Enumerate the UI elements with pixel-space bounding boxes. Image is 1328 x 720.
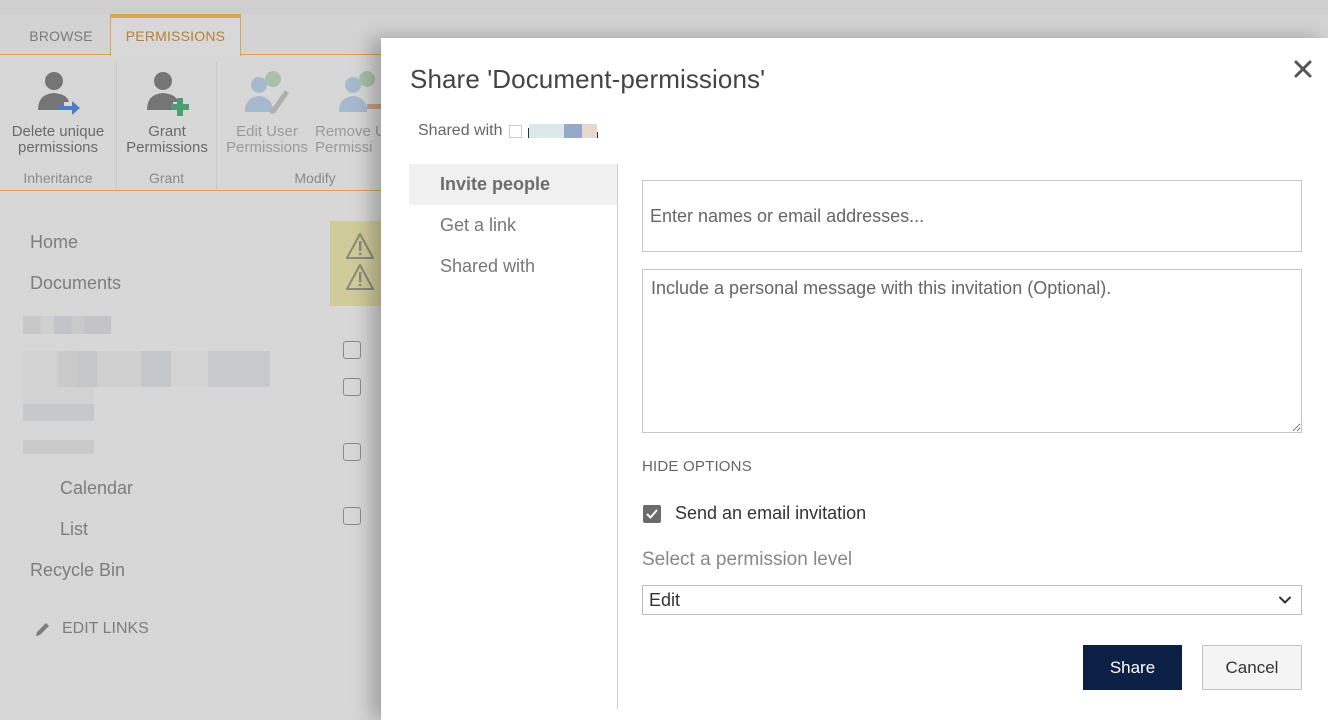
send-email-checkbox[interactable]: [643, 504, 661, 523]
warning-icon: [346, 264, 374, 290]
chevron-down-icon: [1279, 596, 1291, 604]
share-dialog: Share 'Document-permissions' Shared with…: [381, 38, 1328, 720]
message-input[interactable]: [642, 269, 1302, 433]
edit-links-button[interactable]: EDIT LINKS: [34, 620, 149, 638]
button-label-line2: Permissions: [126, 139, 208, 156]
warning-icon: [346, 233, 374, 259]
menu-divider: [617, 164, 618, 709]
group-label: Grant: [148, 170, 184, 186]
ribbon-group-inheritance: Delete unique permissions Inheritance: [0, 62, 117, 190]
redacted-user[interactable]: [527, 124, 598, 138]
row-checkbox[interactable]: [343, 341, 361, 359]
ribbon-group-grant: Grant Permissions Grant: [117, 62, 217, 190]
redacted-nav-item: [23, 316, 111, 334]
button-label-line1: Delete unique: [11, 123, 105, 140]
button-label-line2: permissions: [17, 139, 99, 156]
grant-permissions-button[interactable]: Grant Permissions: [121, 68, 213, 156]
cancel-button[interactable]: Cancel: [1202, 645, 1302, 690]
menu-shared-with[interactable]: Shared with: [409, 246, 617, 287]
button-label-line2: Permissions: [226, 139, 308, 156]
edit-user-permissions-button[interactable]: Edit User Permissions: [223, 68, 311, 156]
close-icon: [1294, 60, 1312, 78]
nav-item-list[interactable]: List: [60, 519, 88, 540]
hide-options-link[interactable]: HIDE OPTIONS: [642, 458, 752, 475]
user-plus-icon: [147, 72, 189, 116]
button-label-line1: Edit User: [236, 123, 298, 140]
user-arrow-icon: [38, 72, 80, 115]
nav-item-recycle-bin[interactable]: Recycle Bin: [30, 560, 125, 581]
pencil-icon: [36, 623, 49, 636]
delete-unique-permissions-button[interactable]: Delete unique permissions: [6, 68, 110, 156]
users-edit-icon: [245, 71, 289, 114]
redacted-nav-item: [23, 387, 94, 421]
permission-level-select[interactable]: Edit: [642, 585, 1302, 615]
row-checkbox[interactable]: [343, 507, 361, 525]
permission-level-value: Edit: [649, 589, 681, 610]
send-email-checkbox-row[interactable]: Send an email invitation: [643, 503, 866, 524]
send-email-label: Send an email invitation: [675, 503, 867, 523]
dialog-title: Share 'Document-permissions': [410, 64, 766, 94]
share-button[interactable]: Share: [1083, 645, 1182, 690]
tab-permissions[interactable]: PERMISSIONS: [110, 14, 241, 56]
people-input[interactable]: [642, 180, 1302, 252]
nav-item-home[interactable]: Home: [30, 232, 78, 253]
button-label-line1: Grant: [148, 123, 186, 140]
share-side-menu: Invite people Get a link Shared with: [409, 164, 617, 287]
edit-links-label: EDIT LINKS: [62, 620, 149, 637]
nav-item-documents[interactable]: Documents: [30, 273, 121, 294]
group-label: Inheritance: [23, 170, 93, 186]
checkmark-icon: [646, 509, 658, 518]
shared-with-row: Shared with: [418, 122, 598, 140]
redacted-nav-item: [23, 440, 94, 454]
nav-item-calendar[interactable]: Calendar: [60, 478, 133, 499]
users-remove-icon: [339, 71, 383, 112]
top-bar: [0, 0, 1328, 14]
row-checkbox[interactable]: [343, 443, 361, 461]
shared-with-user-icon: [508, 124, 522, 138]
menu-invite-people[interactable]: Invite people: [409, 164, 617, 205]
redacted-nav-item: [23, 351, 270, 387]
shared-with-label: Shared with: [418, 122, 503, 139]
row-checkbox[interactable]: [343, 378, 361, 396]
permission-level-label: Select a permission level: [642, 549, 853, 570]
tab-browse[interactable]: BROWSE: [14, 14, 108, 55]
close-button[interactable]: [1290, 56, 1316, 82]
menu-get-a-link[interactable]: Get a link: [409, 205, 617, 246]
